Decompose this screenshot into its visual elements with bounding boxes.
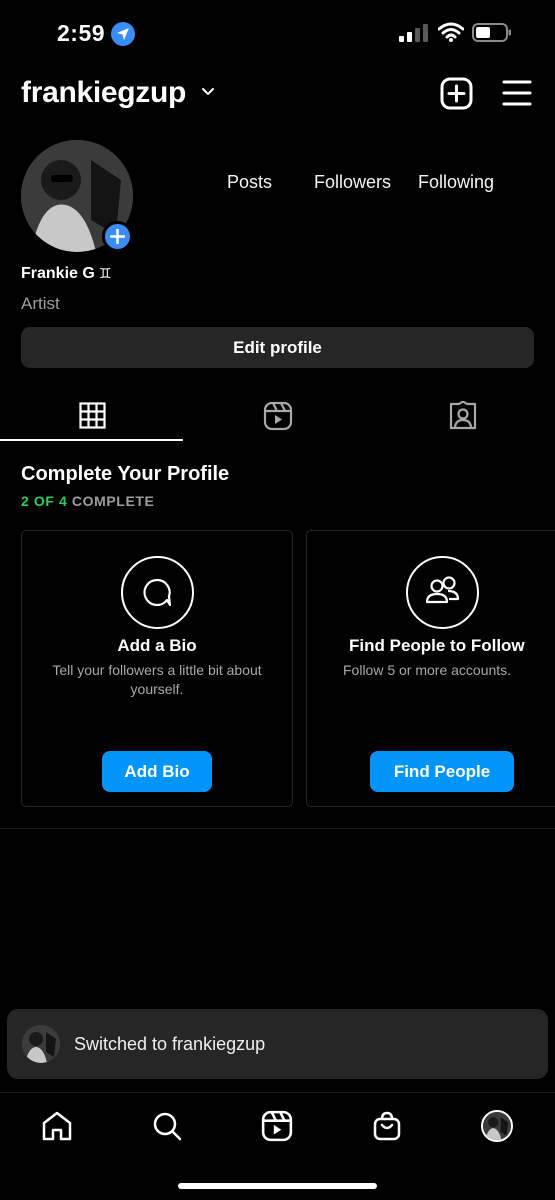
reels-icon [263,401,292,430]
nav-reels[interactable] [260,1109,294,1143]
find-people-description: Follow 5 or more accounts. [343,662,512,678]
nav-search[interactable] [150,1109,184,1143]
home-icon [42,1111,72,1141]
complete-profile-progress: 2 OF 4 COMPLETE [21,493,155,509]
following-stat[interactable]: Following [418,172,494,193]
tab-reels[interactable] [185,390,370,441]
edit-profile-button[interactable]: Edit profile [21,327,534,368]
add-bio-title: Add a Bio [117,636,197,655]
people-icon [406,556,479,629]
shop-icon [373,1111,401,1141]
toast-avatar [22,1025,60,1063]
zodiac-symbol: ♊ [98,266,112,282]
location-arrow-icon [111,22,135,46]
status-bar: 2:59 [0,0,555,66]
profile-header: frankiegzup [0,70,555,120]
display-name-text: Frankie G [21,265,95,282]
reels-icon [261,1110,293,1142]
new-post-icon[interactable] [440,77,473,110]
signal-icon [399,24,428,42]
menu-icon[interactable] [502,79,532,107]
find-people-title: Find People to Follow [349,636,525,655]
posts-stat[interactable]: Posts [227,172,272,193]
add-bio-description: Tell your followers a little bit about y… [52,662,262,697]
add-bio-button[interactable]: Add Bio [102,751,212,792]
status-time: 2:59 [57,20,106,46]
tagged-icon [449,400,476,429]
profile-avatar [481,1110,513,1142]
account-switcher-username[interactable]: frankiegzup [21,76,186,110]
nav-home[interactable] [40,1109,74,1143]
nav-profile[interactable] [480,1109,514,1143]
grid-icon [79,402,106,429]
home-indicator[interactable] [178,1183,377,1189]
profile-avatar-wrapper[interactable] [21,140,133,252]
active-tab-indicator [0,439,183,441]
tab-grid[interactable] [0,390,185,441]
followers-stat[interactable]: Followers [314,172,391,193]
speech-bubble-icon [121,556,194,629]
nav-shop[interactable] [370,1109,404,1143]
find-people-button[interactable]: Find People [370,751,514,792]
wifi-icon [438,22,464,42]
tab-tagged[interactable] [370,390,555,441]
battery-icon [472,23,511,42]
complete-profile-title: Complete Your Profile [21,463,230,485]
progress-count: 2 OF 4 [21,493,68,509]
profile-category: Artist [21,294,60,313]
account-switched-toast[interactable]: Switched to frankiegzup [7,1009,548,1079]
chevron-down-icon[interactable] [200,84,216,100]
profile-tabs [0,390,555,441]
toast-message: Switched to frankiegzup [74,1034,266,1054]
add-story-icon[interactable] [102,221,133,252]
display-name: Frankie G ♊ [21,265,111,283]
search-icon [153,1112,182,1141]
section-divider [0,828,555,829]
progress-suffix: COMPLETE [71,493,155,509]
